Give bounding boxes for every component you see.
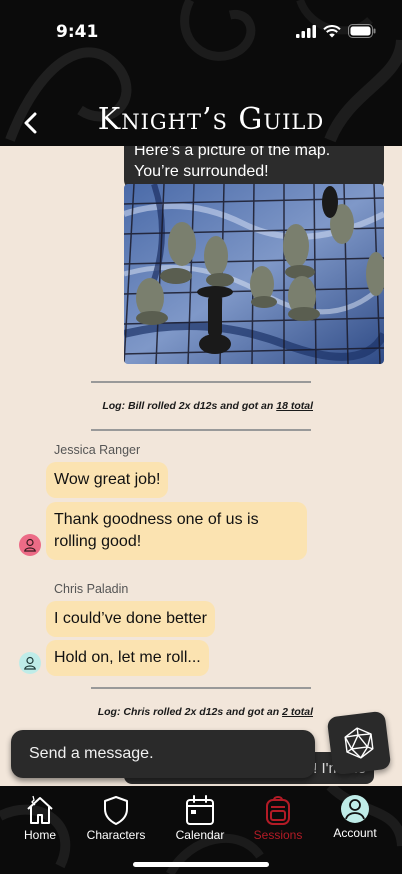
home-indicator bbox=[133, 862, 269, 867]
divider bbox=[91, 687, 311, 689]
account-avatar-icon bbox=[341, 795, 369, 823]
tab-label: Characters bbox=[86, 828, 146, 842]
user-icon bbox=[24, 656, 36, 670]
tab-characters[interactable]: Characters bbox=[76, 794, 156, 842]
chat-thread: Here’s a picture of the map. You’re surr… bbox=[0, 146, 402, 786]
tab-label: Sessions bbox=[253, 828, 303, 842]
log-text: Log: Chris rolled bbox=[97, 706, 185, 718]
user-icon bbox=[24, 538, 36, 552]
message-composer bbox=[11, 730, 315, 778]
tab-home[interactable]: Home bbox=[0, 794, 80, 842]
tab-label: Calendar bbox=[175, 828, 225, 842]
incoming-message: Hold on, let me roll... bbox=[46, 640, 209, 676]
tab-bar: Home Characters Calendar Sessions Accoun… bbox=[0, 786, 402, 874]
tab-label: Home bbox=[23, 828, 56, 842]
log-text: Log: Bill rolled bbox=[102, 400, 179, 412]
divider bbox=[91, 429, 311, 431]
d20-icon bbox=[344, 727, 374, 759]
page-title: Knight’s Guild bbox=[97, 102, 325, 137]
map-photo[interactable] bbox=[124, 184, 384, 364]
chat-screen: 9:41 Knight’s Guild Here’s a picture of … bbox=[0, 0, 402, 874]
roll-log: Log: Bill rolled 2x d12s and got an 18 t… bbox=[0, 400, 402, 412]
log-dice: 2x d12s bbox=[178, 400, 218, 412]
incoming-message: I could’ve done better bbox=[46, 601, 215, 637]
backpack-icon bbox=[266, 796, 290, 825]
message-input[interactable] bbox=[11, 730, 315, 778]
sender-name: Jessica Ranger bbox=[54, 443, 141, 457]
shield-icon bbox=[104, 796, 128, 825]
status-time: 9:41 bbox=[56, 22, 99, 42]
home-icon bbox=[27, 795, 53, 824]
avatar[interactable] bbox=[19, 652, 41, 674]
signal-icon bbox=[296, 24, 316, 38]
log-text: and got an bbox=[217, 400, 277, 412]
tab-account[interactable]: Account bbox=[315, 794, 395, 840]
log-result: 2 total bbox=[282, 706, 313, 718]
header: 9:41 Knight’s Guild bbox=[0, 0, 402, 146]
tab-sessions[interactable]: Sessions bbox=[238, 794, 318, 842]
incoming-message: Wow great job! bbox=[46, 462, 169, 498]
battery-icon bbox=[348, 24, 376, 38]
roll-dice-button[interactable] bbox=[326, 710, 392, 776]
tab-label: Account bbox=[333, 826, 377, 840]
wifi-icon bbox=[323, 24, 341, 37]
sender-name: Chris Paladin bbox=[54, 582, 129, 596]
log-result: 18 total bbox=[276, 400, 313, 412]
tab-calendar[interactable]: Calendar bbox=[160, 794, 240, 842]
avatar[interactable] bbox=[19, 534, 41, 556]
incoming-message: Thank goodness one of us is rolling good… bbox=[46, 502, 307, 560]
log-text: and got an bbox=[223, 706, 283, 718]
status-icons bbox=[296, 24, 376, 38]
calendar-icon bbox=[186, 795, 214, 825]
log-dice: 2x d12s bbox=[184, 706, 224, 718]
divider bbox=[91, 381, 311, 383]
